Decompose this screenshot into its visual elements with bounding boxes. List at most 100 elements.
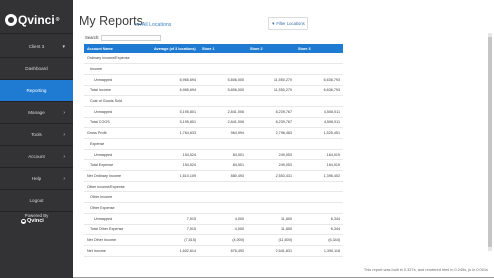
chevron-right-icon: › xyxy=(63,109,65,116)
value-cell xyxy=(151,202,199,214)
value-cell: 8,239,767 xyxy=(247,106,295,118)
value-cell: 4,000 xyxy=(199,223,247,236)
value-cell: 880,493 xyxy=(199,170,247,182)
chevron-right-icon: › xyxy=(63,153,65,160)
value-cell: 1,610,109 xyxy=(151,170,199,182)
account-name-cell: Unmapped xyxy=(84,74,151,86)
sidebar-item-reporting[interactable]: Reporting xyxy=(0,80,73,101)
value-cell xyxy=(247,53,295,65)
sidebar-item-dashboard[interactable]: Dashboard xyxy=(0,58,73,79)
column-header[interactable]: Account Name xyxy=(84,44,151,53)
value-cell: 5,806,000 xyxy=(199,74,247,86)
account-name-cell: Gross Profit xyxy=(84,127,151,139)
value-cell: 84,501 xyxy=(199,159,247,172)
vertical-scrollbar[interactable] xyxy=(488,33,492,251)
value-cell xyxy=(295,191,343,204)
value-cell xyxy=(295,53,343,65)
account-name-cell: Unmapped xyxy=(84,106,151,118)
column-header[interactable]: Average (of 3 locations) xyxy=(151,44,199,53)
value-cell: 154,524 xyxy=(151,149,199,161)
value-cell: 249,053 xyxy=(247,159,295,172)
table-row: Other Expense xyxy=(84,202,343,214)
value-cell xyxy=(295,95,343,107)
value-cell: (4,000) xyxy=(199,234,247,246)
value-cell xyxy=(295,63,343,75)
table-row: Total Expense 154,524 84,501 249,053 164,019 xyxy=(84,159,343,172)
chevron-down-icon: ▾ xyxy=(62,43,65,50)
value-cell: 1,396,402 xyxy=(295,170,343,182)
render-time-footer: This report was built in 0.327s, and ren… xyxy=(363,267,488,272)
value-cell xyxy=(199,181,247,193)
account-name-cell: Income xyxy=(84,63,151,75)
chevron-right-icon: › xyxy=(63,131,65,138)
value-cell: 6,636,793 xyxy=(295,84,343,97)
account-name-cell: Cost of Goods Sold xyxy=(84,95,151,107)
account-name-cell: Total Income xyxy=(84,84,151,97)
value-cell: 6,965,694 xyxy=(151,84,199,97)
value-cell xyxy=(151,53,199,65)
value-cell xyxy=(199,95,247,107)
value-cell: 4,506,011 xyxy=(295,106,343,118)
value-cell: 6,636,793 xyxy=(295,74,343,86)
table-row: Cost of Goods Sold xyxy=(84,95,343,107)
value-cell xyxy=(295,181,343,193)
value-cell: 8,239,767 xyxy=(247,116,295,129)
account-name-cell: Net Income xyxy=(84,245,151,257)
sidebar-item-tools[interactable]: Tools › xyxy=(0,124,73,145)
value-cell: 11,550,270 xyxy=(247,84,295,97)
value-cell xyxy=(247,63,295,75)
table-row: Other Income/Expense xyxy=(84,181,343,193)
client-selector[interactable]: Client 3 ▾ xyxy=(0,36,73,57)
value-cell xyxy=(247,95,295,107)
value-cell xyxy=(151,95,199,107)
value-cell: 249,053 xyxy=(247,149,295,161)
value-cell xyxy=(199,53,247,65)
column-header[interactable]: Store 3 xyxy=(295,44,343,53)
value-cell xyxy=(199,138,247,150)
table-row: Unmapped 7,515 4,000 11,600 6,344 xyxy=(84,213,343,225)
table-row: Expense xyxy=(84,138,343,150)
app-window: Qvinci ® Client 3 ▾ Dashboard Reporting M… xyxy=(0,0,494,278)
value-cell: 6,965,694 xyxy=(151,74,199,86)
value-cell xyxy=(247,202,295,214)
chevron-right-icon: › xyxy=(63,175,65,182)
value-cell xyxy=(199,63,247,75)
location-subtitle-link[interactable]: on All Locations xyxy=(135,22,171,28)
table-row: Other Income xyxy=(84,191,343,204)
sidebar-item-help[interactable]: Help › xyxy=(0,168,73,189)
search-label: Search: xyxy=(85,35,100,40)
column-header[interactable]: Store 2 xyxy=(247,44,295,53)
account-name-cell: Other Income/Expense xyxy=(84,181,151,193)
scrollbar-thumb[interactable] xyxy=(488,37,492,247)
search-input[interactable] xyxy=(101,34,162,41)
account-name-cell: Net Other Income xyxy=(84,234,151,246)
table-row: Net Income 1,602,614 876,493 2,541,831 1,390… xyxy=(84,245,343,257)
table-header-row: Account Name Average (of 3 locations) St… xyxy=(84,44,343,53)
value-cell: 11,600 xyxy=(247,223,295,236)
value-cell: (11,600) xyxy=(247,234,295,246)
sidebar: Qvinci ® Client 3 ▾ Dashboard Reporting M… xyxy=(0,0,73,278)
value-cell xyxy=(199,191,247,204)
sidebar-item-account[interactable]: Account › xyxy=(0,146,73,167)
value-cell xyxy=(151,191,199,204)
value-cell xyxy=(199,202,247,214)
filter-locations-button[interactable]: ▼ Filter Locations xyxy=(268,17,308,30)
value-cell xyxy=(247,181,295,193)
qvinci-logo-icon xyxy=(21,218,26,224)
table-row: Unmapped 6,965,694 5,806,000 11,550,270 6,63… xyxy=(84,74,343,86)
brand-logo[interactable]: Qvinci ® xyxy=(5,13,59,27)
column-header[interactable]: Store 1 xyxy=(199,44,247,53)
value-cell: 5,806,000 xyxy=(199,84,247,97)
sidebar-item-manage[interactable]: Manage › xyxy=(0,102,73,123)
account-name-cell: Total Other Expense xyxy=(84,223,151,236)
value-cell xyxy=(151,63,199,75)
report-table: Account Name Average (of 3 locations) St… xyxy=(84,44,343,257)
value-cell: 2,841,006 xyxy=(199,116,247,129)
value-cell: 84,501 xyxy=(199,149,247,161)
sidebar-item-logout[interactable]: Logout xyxy=(0,190,73,211)
table-row: Unmapped 154,524 84,501 249,053 164,019 xyxy=(84,149,343,161)
value-cell: (7,515) xyxy=(151,234,199,246)
brand-name: Qvinci xyxy=(18,13,55,27)
value-cell: 2,553,431 xyxy=(247,170,295,182)
value-cell: (6,344) xyxy=(295,234,343,246)
